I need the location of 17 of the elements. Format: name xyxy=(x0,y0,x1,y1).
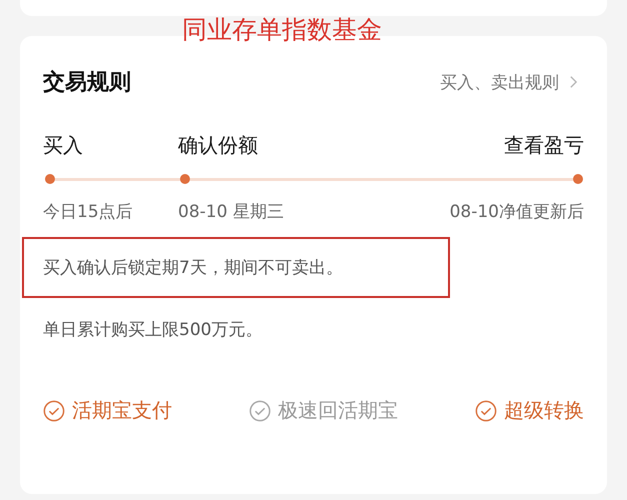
step-dot xyxy=(573,174,583,184)
step-label: 买入 xyxy=(43,132,84,158)
feature-label: 活期宝支付 xyxy=(72,397,172,424)
chevron-icon xyxy=(569,75,578,89)
feature-label: 超级转换 xyxy=(504,397,584,424)
step-dot xyxy=(180,174,190,184)
step-date: 今日15点后 xyxy=(43,201,134,223)
rule-note: 单日累计购买上限500万元。 xyxy=(43,320,262,340)
step-date: 08-10净值更新后 xyxy=(450,201,584,223)
section-title: 交易规则 xyxy=(43,68,131,97)
rules-link[interactable]: 买入、卖出规则 xyxy=(440,70,584,94)
step-dot xyxy=(45,174,55,184)
rule-note: 买入确认后锁定期7天，期间不可卖出。 xyxy=(43,258,343,278)
step-label: 确认份额 xyxy=(178,132,259,158)
feature-label: 极速回活期宝 xyxy=(278,397,398,424)
step-label: 查看盈亏 xyxy=(504,132,584,158)
step-date: 08-10 星期三 xyxy=(178,201,285,223)
